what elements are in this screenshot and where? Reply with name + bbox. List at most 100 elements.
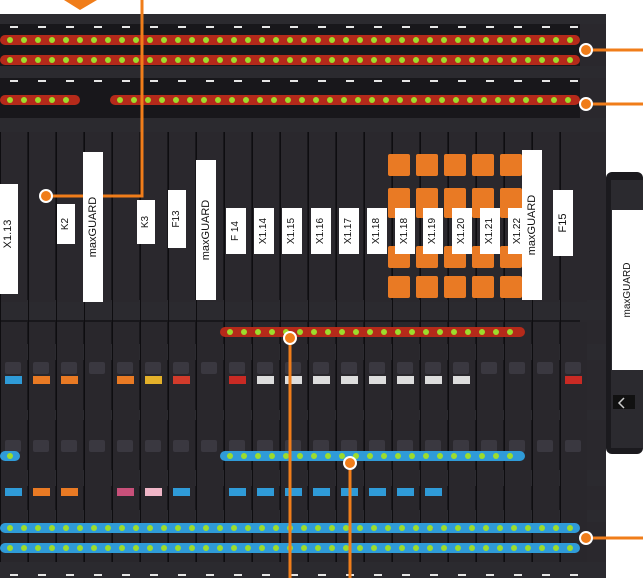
tick-mark [402,574,410,576]
disconnect-handle [416,154,438,176]
rail-led [483,57,489,63]
rail-led [483,545,489,551]
rail-led [327,97,333,103]
tick-mark [262,26,270,28]
rail-led [105,545,111,551]
rail-led [329,545,335,551]
socket [257,362,273,374]
wire-clamp [229,376,246,384]
rail-led [315,525,321,531]
disconnect-handle [388,154,410,176]
rail-led [469,525,475,531]
rail-led [343,525,349,531]
rail-led [423,453,429,459]
wire-clamp [285,488,302,496]
wire-clamp [565,376,582,384]
rail-led [525,525,531,531]
rail-led [147,57,153,63]
tick-mark [262,80,270,82]
rail-led [133,37,139,43]
rail-led [395,329,401,335]
disconnect-handle [472,276,494,298]
rail-led [497,525,503,531]
rail-led [451,329,457,335]
socket [341,362,357,374]
label-x1-18b: X1.18 [399,217,411,245]
rail-led [257,97,263,103]
rail-led [483,37,489,43]
rail-led [255,453,261,459]
socket [313,362,329,374]
label-f14: F 14 [230,221,241,242]
rail-led [287,37,293,43]
rail-led [117,97,123,103]
wire-clamp [145,376,162,384]
rail-led [189,525,195,531]
rail-led [119,545,125,551]
rail-led [399,545,405,551]
tick-mark [318,574,326,576]
wire-clamp [341,376,358,384]
rail-led [399,57,405,63]
rail-led [299,97,305,103]
tick-mark [94,80,102,82]
rail-led [425,97,431,103]
rail-led [367,329,373,335]
socket [257,440,273,452]
rail-led [455,57,461,63]
rail-led [525,57,531,63]
rail-led [203,37,209,43]
column-divider [252,132,253,562]
rail-led [511,545,517,551]
rail-led [357,57,363,63]
rail-led [91,545,97,551]
rail-led [77,545,83,551]
rail-led [371,525,377,531]
socket [201,440,217,452]
rail-led [537,97,543,103]
rail-led [133,57,139,63]
rail-led [217,545,223,551]
rail-led [145,97,151,103]
rail-led [383,97,389,103]
rail-led [217,37,223,43]
tick-mark [430,574,438,576]
tick-mark [542,574,550,576]
rail-led [217,525,223,531]
rail-led [493,453,499,459]
rail-led [49,37,55,43]
rail-led [441,37,447,43]
rail-led [525,37,531,43]
tick-mark [514,26,522,28]
socket [369,440,385,452]
rail-led [441,525,447,531]
rail-led [259,525,265,531]
rail-led [231,37,237,43]
socket [173,440,189,452]
rail-led [511,525,517,531]
rail-led [427,37,433,43]
rail-led [7,525,13,531]
tick-mark [66,26,74,28]
rail-led [423,329,429,335]
rail-led [301,545,307,551]
rail-led [255,329,261,335]
tick-mark [10,80,18,82]
rail-led [439,97,445,103]
rail-led [35,545,41,551]
tick-mark [150,574,158,576]
rail-led [161,525,167,531]
rail-led [187,97,193,103]
rail-led [203,525,209,531]
rail-led [77,525,83,531]
rail-led [241,329,247,335]
rail-led [7,37,13,43]
rail-led [259,545,265,551]
label-maxguard-1: maxGUARD [87,196,99,258]
rail-led [231,525,237,531]
rail-led [465,453,471,459]
tick-mark [374,26,382,28]
label-x1-16: X1.16 [314,217,326,245]
rail-led [311,453,317,459]
tick-mark [458,26,466,28]
